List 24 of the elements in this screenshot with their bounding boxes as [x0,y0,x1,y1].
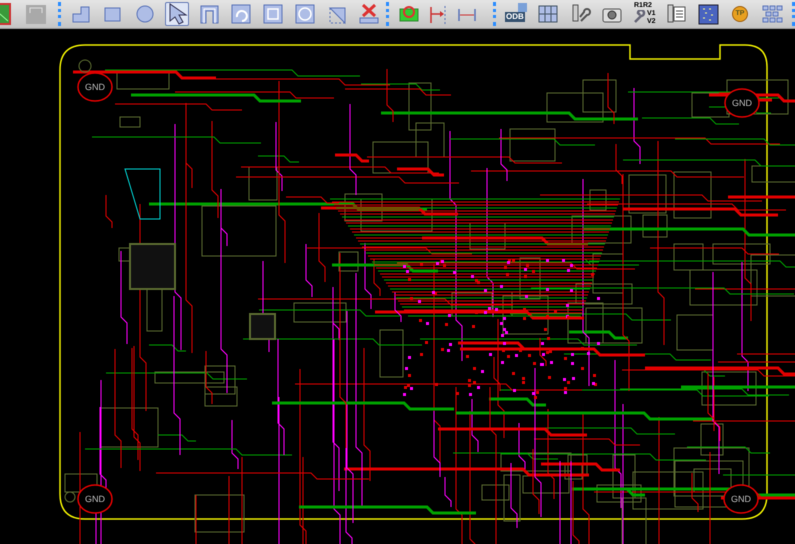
circle-icon [134,3,156,25]
delete-icon [358,3,380,25]
list-icon [665,3,687,25]
ring-tool-button[interactable] [292,2,317,26]
columns-icon [537,3,559,25]
odb-label: ODB [505,12,525,22]
gnd-label: GND [731,494,751,504]
delete-tool-button[interactable] [356,2,381,26]
nested-icon [198,3,220,25]
pointer-tool-button[interactable] [164,2,189,26]
matrix-icon [761,3,783,25]
odb-tool-button[interactable]: ODB [504,2,528,26]
grid-icon [697,3,719,25]
arc-icon [230,3,252,25]
gnd-label: GND [85,494,105,504]
arc-tool-button[interactable] [228,2,253,26]
grid-tool-button[interactable] [696,2,720,26]
square-icon [262,3,284,25]
ring-icon [294,3,316,25]
square-tool-button[interactable] [260,2,285,26]
gnd-label: GND [85,82,105,92]
gnd-label: GND [732,98,752,108]
wrench-icon [633,10,647,24]
blank-icon [25,3,47,25]
